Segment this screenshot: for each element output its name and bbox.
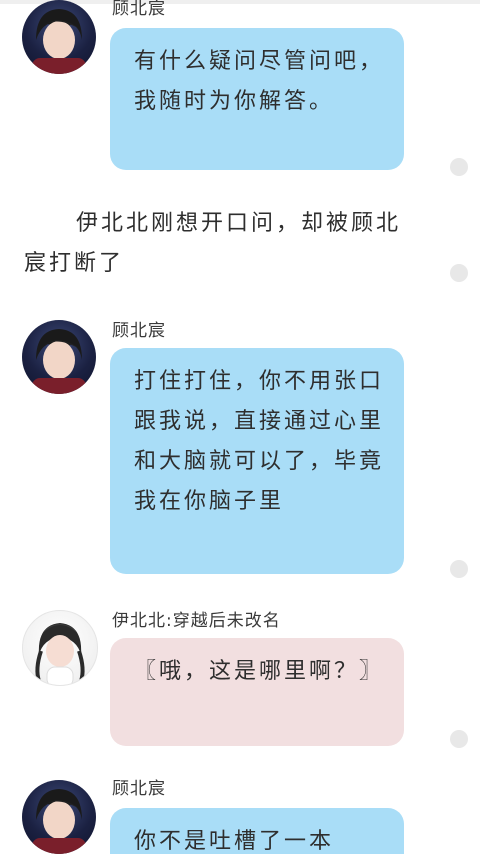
narration-text: 伊北北刚想开口问，却被顾北宸打断了 [24, 211, 402, 276]
boy-avatar-icon [32, 789, 86, 854]
sender-name: 顾北宸 [112, 0, 166, 19]
girl-avatar-icon [35, 623, 85, 685]
sender-name: 顾北宸 [112, 321, 166, 341]
avatar-boy[interactable] [22, 0, 96, 74]
message-bubble: 你不是吐槽了一本 [110, 808, 404, 854]
avatar-girl[interactable] [22, 610, 98, 686]
boy-avatar-icon [32, 329, 86, 394]
sender-name: 伊北北:穿越后未改名 [112, 611, 281, 631]
message-bubble: 〖哦，这是哪里啊？〗 [110, 638, 404, 746]
message-bubble: 有什么疑问尽管问吧，我随时为你解答。 [110, 28, 404, 170]
message-bubble: 打住打住，你不用张口跟我说，直接通过心里和大脑就可以了，毕竟我在你脑子里 [110, 348, 404, 574]
sender-name: 顾北宸 [112, 779, 166, 799]
boy-avatar-icon [32, 9, 86, 74]
message-status-dot[interactable] [450, 264, 468, 282]
message-status-dot[interactable] [450, 158, 468, 176]
message-status-dot[interactable] [450, 730, 468, 748]
avatar-boy[interactable] [22, 320, 96, 394]
message-status-dot[interactable] [450, 560, 468, 578]
avatar-boy[interactable] [22, 780, 96, 854]
